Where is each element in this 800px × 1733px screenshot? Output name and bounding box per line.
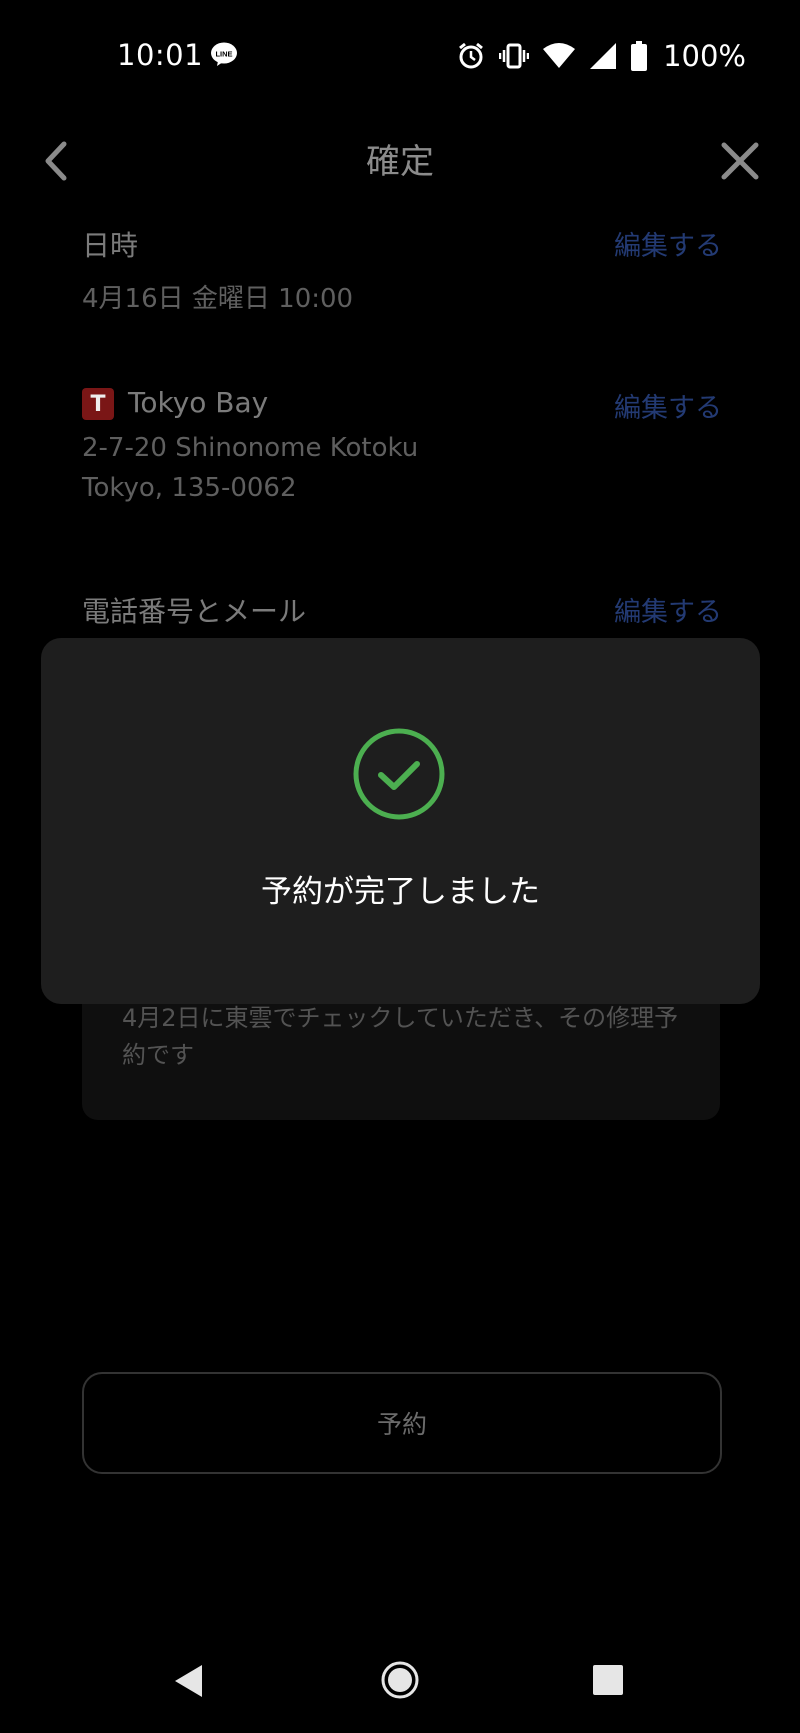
- system-nav-bar: [0, 1636, 800, 1733]
- signal-icon: [590, 43, 617, 69]
- notes-text: 4月2日に東雲でチェックしていただき、その修理予約です: [122, 1004, 679, 1069]
- contact-section: 電話番号とメール 編集する: [82, 590, 722, 630]
- close-icon[interactable]: [718, 136, 762, 186]
- check-circle-icon: [353, 728, 445, 820]
- edit-datetime-link[interactable]: 編集する: [614, 224, 722, 263]
- status-time: 10:01: [117, 38, 204, 72]
- line-badge-text: LINE: [215, 50, 232, 59]
- header: 確定: [0, 112, 800, 204]
- battery-level: 100%: [663, 39, 746, 73]
- edit-contact-link[interactable]: 編集する: [614, 590, 722, 629]
- tesla-logo-icon: T: [82, 388, 114, 420]
- nav-home-icon[interactable]: [380, 1660, 420, 1700]
- nav-recents-icon[interactable]: [592, 1664, 624, 1696]
- status-bar: 10:01 LINE 100%: [0, 0, 800, 112]
- location-section: T Tokyo Bay 2-7-20 Shinonome Kotoku Tokyo…: [82, 386, 722, 508]
- nav-back-icon[interactable]: [172, 1662, 206, 1700]
- edit-location-link[interactable]: 編集する: [614, 386, 722, 425]
- page-title: 確定: [366, 142, 434, 182]
- datetime-section: 日時 4月16日 金曜日 10:00 編集する: [82, 224, 722, 315]
- vibrate-icon: [499, 43, 530, 69]
- datetime-value: 4月16日 金曜日 10:00: [82, 284, 354, 314]
- reserve-button[interactable]: 予約: [82, 1372, 722, 1474]
- status-icons: 100%: [457, 38, 746, 74]
- alarm-icon: [459, 42, 484, 69]
- battery-icon: [631, 41, 648, 71]
- location-name: Tokyo Bay: [128, 386, 269, 419]
- toast-message: 予約が完了しました: [261, 874, 540, 910]
- address-line-2: Tokyo, 135-0062: [82, 473, 297, 503]
- success-toast: 予約が完了しました: [41, 638, 760, 1004]
- address-line-1: 2-7-20 Shinonome Kotoku: [82, 433, 419, 463]
- line-icon: LINE: [211, 42, 237, 66]
- wifi-icon: [543, 43, 576, 68]
